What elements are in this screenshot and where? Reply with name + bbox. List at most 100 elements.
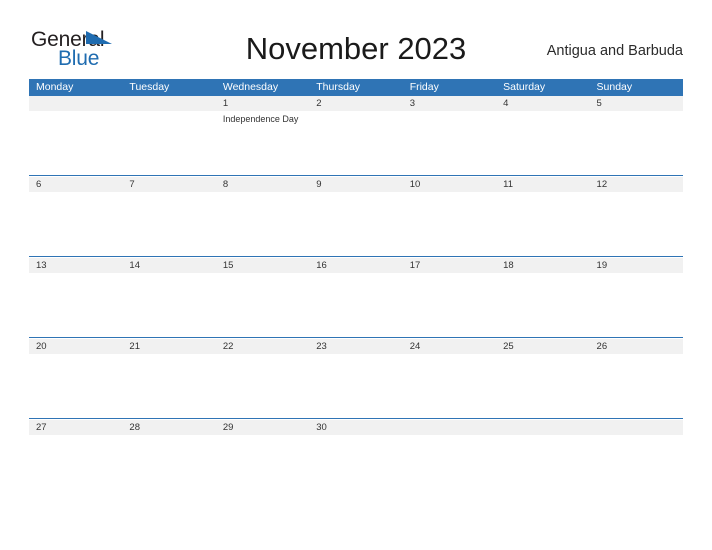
day-cell[interactable] <box>122 273 215 337</box>
day-cell[interactable] <box>590 354 683 418</box>
day-cell[interactable] <box>216 192 309 256</box>
week-day-body <box>29 192 683 256</box>
weekday-header-row: Monday Tuesday Wednesday Thursday Friday… <box>29 79 683 96</box>
day-number[interactable]: 26 <box>590 339 683 354</box>
day-number[interactable]: 1 <box>216 96 309 111</box>
day-cell[interactable] <box>309 111 402 175</box>
weekday-header-thursday: Thursday <box>316 81 361 93</box>
day-cell[interactable] <box>496 192 589 256</box>
day-cell[interactable] <box>29 192 122 256</box>
day-number[interactable]: 8 <box>216 177 309 192</box>
day-cell[interactable] <box>29 435 122 444</box>
weekday-header-tuesday: Tuesday <box>129 81 170 93</box>
day-number[interactable]: 23 <box>309 339 402 354</box>
day-cell[interactable] <box>29 354 122 418</box>
day-cell[interactable] <box>403 192 496 256</box>
day-cell[interactable] <box>216 435 309 444</box>
week-day-body <box>29 273 683 337</box>
day-number[interactable]: 14 <box>122 258 215 273</box>
week-day-number-band: 20 21 22 23 24 25 26 <box>29 339 683 354</box>
day-cell[interactable]: Independence Day <box>216 111 309 175</box>
day-number[interactable]: 22 <box>216 339 309 354</box>
day-cell[interactable] <box>590 192 683 256</box>
week-day-body <box>29 435 683 444</box>
day-cell[interactable] <box>403 111 496 175</box>
day-cell[interactable] <box>590 435 683 444</box>
calendar-week-row: 6 7 8 9 10 11 12 <box>29 177 683 258</box>
day-number[interactable]: 2 <box>309 96 402 111</box>
day-number[interactable]: 5 <box>590 96 683 111</box>
calendar-week-row: 13 14 15 16 17 18 19 <box>29 258 683 339</box>
calendar-week-row: 27 28 29 30 <box>29 420 683 444</box>
day-cell[interactable] <box>29 111 122 175</box>
week-divider <box>29 418 683 419</box>
calendar-week-row: 20 21 22 23 24 25 26 <box>29 339 683 420</box>
day-number[interactable]: 30 <box>309 420 402 435</box>
day-cell[interactable] <box>496 111 589 175</box>
week-divider <box>29 337 683 338</box>
day-cell[interactable] <box>403 435 496 444</box>
weekday-header-saturday: Saturday <box>503 81 546 93</box>
week-day-body: Independence Day <box>29 111 683 175</box>
day-cell[interactable] <box>309 354 402 418</box>
day-number[interactable]: 10 <box>403 177 496 192</box>
day-number[interactable] <box>29 96 122 111</box>
day-number[interactable]: 18 <box>496 258 589 273</box>
weekday-header-friday: Friday <box>409 81 439 93</box>
day-number[interactable]: 15 <box>216 258 309 273</box>
day-number[interactable] <box>590 420 683 435</box>
day-cell[interactable] <box>122 111 215 175</box>
page-header: General Blue November 2023 Antigua and B… <box>0 0 712 78</box>
day-number[interactable]: 20 <box>29 339 122 354</box>
calendar-week-row: 1 2 3 4 5 Independence Day <box>29 96 683 177</box>
day-cell[interactable] <box>122 354 215 418</box>
calendar-grid: Monday Tuesday Wednesday Thursday Friday… <box>29 79 683 444</box>
week-day-number-band: 6 7 8 9 10 11 12 <box>29 177 683 192</box>
day-cell[interactable] <box>122 435 215 444</box>
day-number[interactable]: 27 <box>29 420 122 435</box>
day-number[interactable]: 29 <box>216 420 309 435</box>
day-number[interactable]: 24 <box>403 339 496 354</box>
day-cell[interactable] <box>122 192 215 256</box>
week-divider <box>29 256 683 257</box>
day-number[interactable]: 13 <box>29 258 122 273</box>
weekday-header-monday: Monday <box>36 81 74 93</box>
day-event-label: Independence Day <box>222 114 299 124</box>
day-number[interactable]: 28 <box>122 420 215 435</box>
day-cell[interactable] <box>590 111 683 175</box>
day-cell[interactable] <box>496 435 589 444</box>
day-number[interactable]: 16 <box>309 258 402 273</box>
day-cell[interactable] <box>216 354 309 418</box>
day-number[interactable]: 19 <box>590 258 683 273</box>
day-number[interactable]: 21 <box>122 339 215 354</box>
day-number[interactable]: 17 <box>403 258 496 273</box>
day-number[interactable] <box>403 420 496 435</box>
country-label: Antigua and Barbuda <box>546 43 683 59</box>
week-day-number-band: 13 14 15 16 17 18 19 <box>29 258 683 273</box>
day-cell[interactable] <box>403 354 496 418</box>
day-cell[interactable] <box>216 273 309 337</box>
day-number[interactable]: 4 <box>496 96 589 111</box>
week-divider <box>29 175 683 176</box>
day-number[interactable] <box>496 420 589 435</box>
day-cell[interactable] <box>309 435 402 444</box>
day-number[interactable]: 12 <box>590 177 683 192</box>
day-number[interactable]: 25 <box>496 339 589 354</box>
day-cell[interactable] <box>496 273 589 337</box>
day-number[interactable]: 3 <box>403 96 496 111</box>
day-number[interactable]: 9 <box>309 177 402 192</box>
day-cell[interactable] <box>309 192 402 256</box>
day-cell[interactable] <box>496 354 589 418</box>
week-day-body <box>29 354 683 418</box>
weekday-header-sunday: Sunday <box>596 81 633 93</box>
day-cell[interactable] <box>309 273 402 337</box>
day-cell[interactable] <box>590 273 683 337</box>
week-day-number-band: 27 28 29 30 <box>29 420 683 435</box>
day-number[interactable]: 7 <box>122 177 215 192</box>
day-number[interactable]: 6 <box>29 177 122 192</box>
day-cell[interactable] <box>403 273 496 337</box>
day-cell[interactable] <box>29 273 122 337</box>
day-number[interactable] <box>122 96 215 111</box>
weekday-header-wednesday: Wednesday <box>222 81 279 93</box>
day-number[interactable]: 11 <box>496 177 589 192</box>
